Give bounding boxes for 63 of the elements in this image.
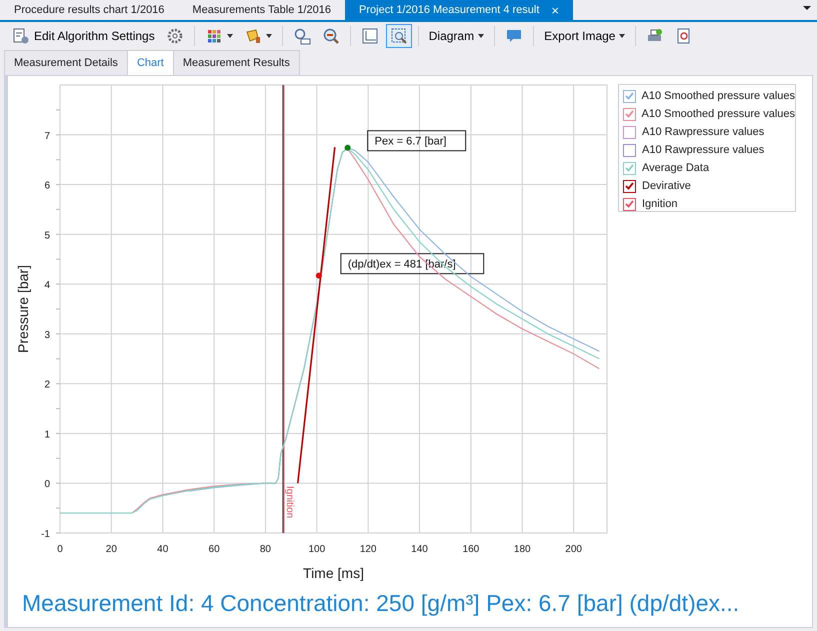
x-tick-label: 140 — [411, 544, 428, 555]
close-icon[interactable]: × — [551, 2, 559, 18]
zoom-out-icon[interactable] — [322, 27, 340, 45]
legend-checkbox[interactable] — [623, 90, 636, 102]
caret-icon — [226, 34, 233, 38]
y-tick-label: -1 — [41, 529, 50, 540]
x-tick-label: 60 — [208, 544, 220, 555]
caret-icon — [619, 34, 626, 38]
document-tab[interactable]: Measurements Table 1/2016 — [178, 0, 346, 20]
y-tick-label: 1 — [44, 429, 50, 440]
marker-dot — [316, 272, 322, 279]
chart-title: Measurement Id: 4 Concentration: 250 [g/m³] Pex: 6.7 [bar] (dp/dt)ex... — [22, 590, 740, 617]
x-tick-label: 20 — [106, 544, 117, 555]
y-tick-label: 5 — [44, 230, 50, 242]
x-tick-label: 100 — [308, 544, 326, 555]
legend-checkbox[interactable] — [623, 180, 636, 192]
legend-checkbox[interactable] — [623, 162, 636, 174]
caret-icon — [478, 34, 484, 38]
y-tick-label: 4 — [44, 280, 50, 292]
document-gear-icon — [12, 27, 30, 45]
legend-checkbox[interactable] — [623, 198, 636, 210]
paint-bucket-icon — [244, 27, 262, 45]
view-tab[interactable]: Measurement Details — [4, 50, 128, 75]
y-tick-label: 2 — [44, 380, 50, 391]
legend-label: A10 Smoothed pressure values — [642, 90, 795, 102]
x-tick-label: 180 — [514, 544, 531, 555]
y-axis-title: Pressure [bar] — [15, 265, 31, 353]
ignition-label: Ignition — [284, 486, 295, 518]
legend-checkbox[interactable] — [623, 144, 636, 156]
x-axis-title: Time [ms] — [303, 565, 364, 581]
view-tab[interactable]: Chart — [126, 50, 174, 75]
legend-checkbox[interactable] — [623, 108, 636, 120]
y-tick-label: 3 — [44, 330, 50, 341]
document-tab[interactable]: Procedure results chart 1/2016 — [0, 0, 178, 20]
zoom-icon[interactable] — [292, 27, 311, 45]
dropdown-button[interactable]: Export Image — [540, 24, 630, 48]
legend-label: A10 Smoothed pressure values — [642, 108, 795, 120]
x-tick-label: 0 — [57, 544, 63, 555]
x-tick-label: 200 — [565, 544, 582, 555]
y-tick-label: 0 — [44, 479, 50, 490]
legend-label: A10 Rawpressure values — [642, 126, 764, 138]
speech-bubble-icon[interactable] — [505, 27, 524, 45]
legend-label: Average Data — [642, 162, 710, 174]
gear-icon[interactable] — [166, 27, 184, 45]
legend-label: Ignition — [642, 198, 678, 210]
annotation-text: Pex = 6.7 [bar] — [374, 136, 446, 148]
legend-checkbox[interactable] — [623, 126, 636, 138]
chart-axes-icon[interactable] — [360, 27, 379, 45]
marker-dot — [344, 144, 351, 151]
caret-icon — [266, 34, 272, 38]
edit-settings-button[interactable]: Edit Algorithm Settings — [8, 24, 159, 48]
x-tick-label: 40 — [157, 544, 168, 555]
x-tick-label: 120 — [360, 544, 377, 555]
view-tab[interactable]: Measurement Results — [172, 50, 300, 75]
dropdown-button[interactable]: Diagram — [424, 24, 488, 48]
legend-label: Devirative — [642, 180, 691, 192]
x-tick-label: 80 — [260, 544, 271, 555]
x-tick-label: 160 — [462, 544, 480, 555]
document-tab[interactable]: Project 1/2016 Measurement 4 result × — [345, 0, 573, 20]
legend-label: A10 Rawpressure values — [642, 144, 764, 156]
y-tick-label: 6 — [44, 180, 50, 192]
y-tick-label: 7 — [44, 130, 50, 142]
zoom-area-icon[interactable] — [390, 27, 408, 45]
